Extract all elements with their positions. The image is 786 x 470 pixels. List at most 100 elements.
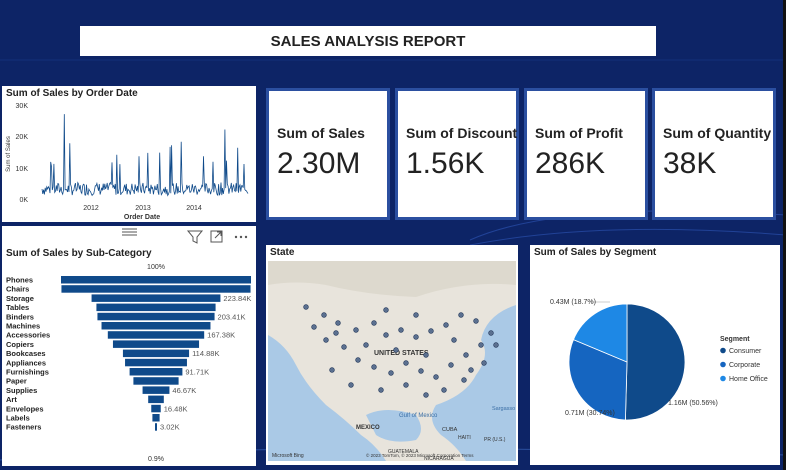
funnel-bar[interactable] [91,294,221,302]
map-label-cuba: CUBA [442,427,458,433]
state-bubble[interactable] [441,387,447,393]
map-label-mexico: MEXICO [356,425,380,431]
state-bubble[interactable] [488,330,494,336]
funnel-category-label: Binders [6,312,34,321]
state-bubble[interactable] [468,367,474,373]
kpi-card-quantity[interactable]: Sum of Quantity 38K [652,88,776,220]
state-bubble[interactable] [481,360,487,366]
state-bubble[interactable] [423,352,429,358]
state-bubble[interactable] [413,334,419,340]
state-bubble[interactable] [433,374,439,380]
state-bubble[interactable] [428,328,434,334]
state-bubble[interactable] [451,337,457,343]
map-label-pr: PR (U.S.) [484,437,506,443]
funnel-category-label: Appliances [6,358,46,367]
state-bubble[interactable] [478,342,484,348]
funnel-bar[interactable] [61,285,251,293]
y-tick: 30K [16,103,29,110]
funnel-bar[interactable] [122,349,190,358]
pie-legend[interactable]: Consumer Corporate Home Office [720,347,768,383]
funnel-bar[interactable] [133,377,179,385]
state-bubble[interactable] [311,324,317,330]
state-bubble[interactable] [303,304,309,310]
pie-label-consumer: 1.16M (50.56%) [668,400,718,407]
x-axis-label: Order Date [124,214,160,221]
state-bubble[interactable] [423,392,429,398]
funnel-bar[interactable] [152,414,160,422]
kpi-card-profit[interactable]: Sum of Profit 286K [524,88,648,220]
state-bubble[interactable] [398,327,404,333]
sales-line-series [41,114,249,197]
map-label-haiti: HAITI [458,435,471,441]
state-bubble[interactable] [461,377,467,383]
map-copyright: © 2023 TomTom, © 2023 Microsoft Corporat… [366,452,474,458]
state-bubble[interactable] [493,342,499,348]
state-bubble[interactable] [443,322,449,328]
funnel-value-label: 16.48K [164,404,188,413]
state-bubble[interactable] [371,320,377,326]
state-bubble[interactable] [378,387,384,393]
funnel-bar[interactable] [61,276,251,284]
funnel-value-label: 46.67K [172,386,196,395]
state-bubble[interactable] [393,347,399,353]
legend-swatch [720,347,726,354]
state-map-panel[interactable]: State UNITED STATES MEXICO Gulf of Mexic… [266,245,518,465]
kpi-value: 1.56K [406,147,485,180]
state-bubble[interactable] [329,367,335,373]
state-bubble[interactable] [383,307,389,313]
map-canvas[interactable]: UNITED STATES MEXICO Gulf of Mexico CUBA… [266,245,518,465]
funnel-bar[interactable] [129,368,183,376]
funnel-bar[interactable] [151,404,161,413]
state-bubble[interactable] [418,368,424,374]
legend-swatch [720,375,726,382]
funnel-bar[interactable] [101,322,211,330]
report-title: SALES ANALYSIS REPORT [80,26,656,56]
funnel-category-label: Labels [6,414,30,423]
kpi-card-sales[interactable]: Sum of Sales 2.30M [266,88,390,220]
state-bubble[interactable] [403,360,409,366]
subcategory-funnel: 100% 0.9% PhonesChairsStorage 223.84K Tabl… [6,264,251,463]
legend-label[interactable]: Consumer [729,348,762,355]
line-chart-panel[interactable]: Sum of Sales by Order Date 30K 20K 10K 0… [2,86,256,222]
x-tick: 2013 [135,205,151,212]
state-bubble[interactable] [473,318,479,324]
funnel-bar[interactable] [112,340,200,348]
legend-label[interactable]: Home Office [729,376,768,383]
state-bubble[interactable] [323,337,329,343]
funnel-bar[interactable] [155,423,157,431]
state-bubble[interactable] [388,370,394,376]
state-bubble[interactable] [355,357,361,363]
state-bubble[interactable] [403,382,409,388]
kpi-label: Sum of Quantity [663,125,772,141]
state-bubble[interactable] [335,320,341,326]
state-bubble[interactable] [363,342,369,348]
state-bubble[interactable] [413,312,419,318]
funnel-bar[interactable] [97,312,215,321]
kpi-label: Sum of Profit [535,125,623,141]
funnel-bar[interactable] [107,331,205,339]
funnel-bar[interactable] [96,303,216,312]
state-bubble[interactable] [321,312,327,318]
segment-pie-panel[interactable]: Sum of Sales by Segment 0.43M (18.7%) 0.… [530,245,780,465]
state-bubble[interactable] [458,312,464,318]
funnel-bar[interactable] [125,358,187,367]
state-bubble[interactable] [371,364,377,370]
subcategory-chart-panel[interactable]: Sum of Sales by Sub-Category 100% 0.9% P… [2,226,256,466]
funnel-category-label: Machines [6,322,40,331]
state-bubble[interactable] [448,362,454,368]
funnel-bottom-pct: 0.9% [148,456,164,463]
state-bubble[interactable] [383,332,389,338]
funnel-bar[interactable] [148,395,164,404]
legend-label[interactable]: Corporate [729,362,760,369]
state-bubble[interactable] [348,382,354,388]
legend-swatch [720,361,726,368]
funnel-bar[interactable] [142,386,170,394]
kpi-card-discount[interactable]: Sum of Discount 1.56K [395,88,519,220]
state-bubble[interactable] [353,327,359,333]
state-bubble[interactable] [333,330,339,336]
map-label-sargasso: Sargasso [492,406,515,412]
state-bubble[interactable] [463,352,469,358]
funnel-value-label: 167.38K [207,331,235,340]
state-bubble[interactable] [341,344,347,350]
pie-label-homeoffice: 0.43M (18.7%) [550,299,596,306]
